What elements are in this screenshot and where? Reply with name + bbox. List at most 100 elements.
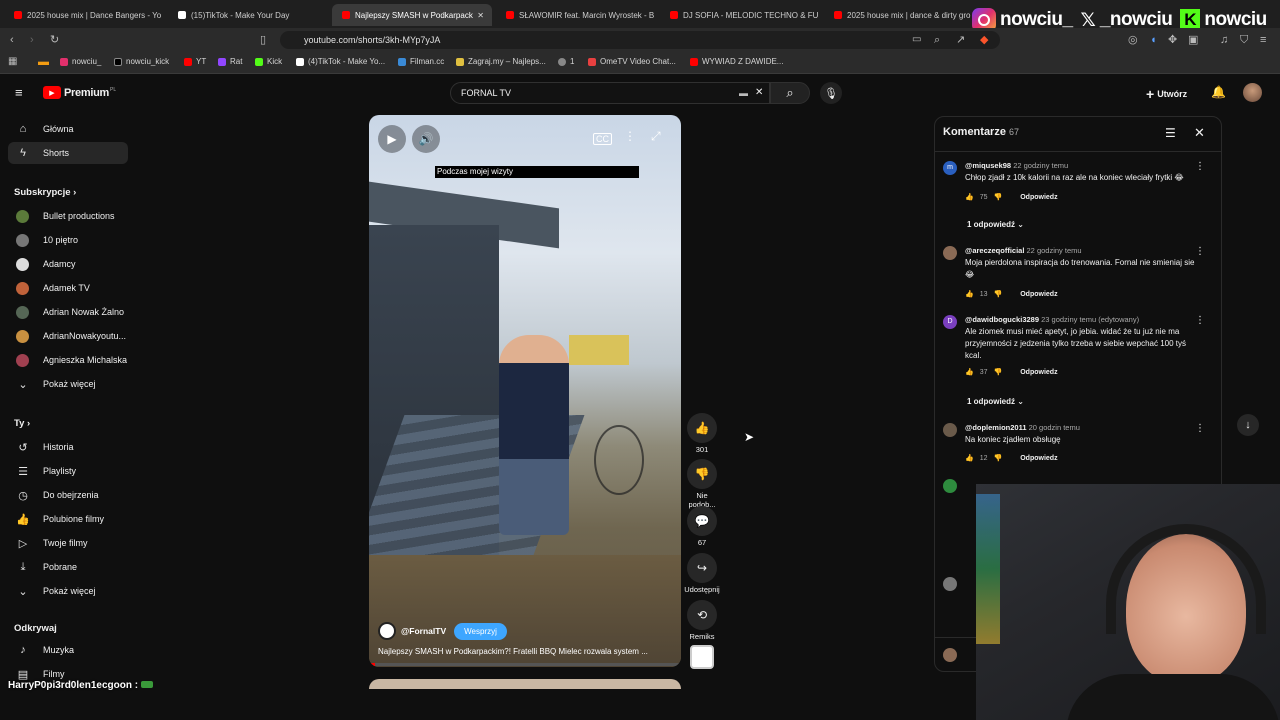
subscriptions-heading[interactable]: Subskrypcje ›	[14, 187, 76, 198]
menu-icon[interactable]: ≡	[1260, 34, 1266, 46]
sidebar-item-watch-later[interactable]: ◷ Do obejrzenia	[8, 484, 128, 506]
apps-icon[interactable]: ▦	[8, 56, 17, 68]
shorts-video-player[interactable]: ▶ 🔊 CC ⋮ ⤢ Podczas mojej wizyty @FornalT…	[369, 115, 681, 667]
show-more-you[interactable]: ⌄ Pokaż więcej	[8, 580, 128, 602]
reply-button[interactable]: Odpowiedz	[1020, 194, 1057, 201]
comment-menu-icon[interactable]: ⋮	[1195, 315, 1205, 326]
extension-icon[interactable]: ◎	[1128, 34, 1138, 46]
thumbs-up-icon[interactable]: 👍	[965, 368, 974, 376]
progress-bar[interactable]	[369, 663, 681, 666]
bookmark-item[interactable]: nowciu_	[60, 57, 101, 66]
share-button[interactable]: ↪ Udostępnij	[684, 553, 720, 594]
browser-tab[interactable]: (15)TikTok - Make Your Day	[168, 4, 328, 26]
next-short-button[interactable]: ↓	[1237, 414, 1259, 436]
forward-icon[interactable]: ›	[30, 34, 34, 46]
create-button[interactable]: + Utwórz	[1146, 86, 1187, 102]
sound-thumbnail[interactable]	[690, 645, 714, 669]
bookmark-item[interactable]: YT	[184, 57, 206, 66]
search-button[interactable]: ⌕	[770, 82, 810, 104]
sidebar-item-shorts[interactable]: ϟ Shorts	[8, 142, 128, 164]
fullscreen-icon[interactable]: ⤢	[651, 129, 661, 144]
reload-icon[interactable]: ↻	[50, 34, 59, 46]
bookmark-item[interactable]: Rat	[218, 57, 242, 66]
reply-button[interactable]: Odpowiedz	[1020, 369, 1057, 376]
video-title[interactable]: Najlepszy SMASH w Podkarpackim?! Fratell…	[378, 647, 673, 656]
user-avatar[interactable]	[1243, 83, 1262, 102]
thumbs-down-icon[interactable]: 👎	[994, 193, 1003, 201]
cast-icon[interactable]: ▭	[912, 34, 921, 46]
close-tab-icon[interactable]: ✕	[477, 11, 484, 20]
comments-button[interactable]: 💬 67	[684, 506, 720, 547]
subscription-item[interactable]: AdrianNowakyoutu...	[8, 325, 128, 347]
keyboard-icon[interactable]: ▬	[739, 83, 748, 103]
sidebar-icon[interactable]: ▣	[1188, 34, 1198, 46]
dislike-button[interactable]: 👎 Nie podob...	[684, 459, 720, 509]
share-page-icon[interactable]: ↗	[956, 34, 965, 46]
notifications-bell-icon[interactable]: 🔔	[1211, 85, 1226, 99]
comment-menu-icon[interactable]: ⋮	[1195, 423, 1205, 434]
reply-button[interactable]: Odpowiedz	[1020, 455, 1057, 462]
next-short-preview[interactable]	[369, 679, 681, 689]
commenter-avatar[interactable]	[943, 479, 957, 493]
more-options-icon[interactable]: ⋮	[624, 129, 636, 143]
bookmark-item[interactable]: 1	[558, 57, 574, 66]
search-input[interactable]: FORNAL TV ▬ ✕	[450, 82, 770, 104]
extensions-icon[interactable]: ✥	[1168, 34, 1177, 46]
browser-tab-active[interactable]: Najlepszy SMASH w Podkarpack ✕	[332, 4, 492, 26]
thumbs-up-icon[interactable]: 👍	[965, 454, 974, 462]
translate-icon[interactable]: ◖	[1150, 34, 1157, 46]
commenter-avatar[interactable]	[943, 246, 957, 260]
commenter-avatar[interactable]	[943, 423, 957, 437]
show-more-subscriptions[interactable]: ⌄ Pokaż więcej	[8, 373, 128, 395]
channel-name[interactable]: @FornalTV	[401, 626, 446, 636]
thumbs-up-icon[interactable]: 👍	[965, 290, 974, 298]
browser-tab[interactable]: 2025 house mix | Dance Bangers - Yo	[4, 4, 164, 26]
subscription-item[interactable]: Adrian Nowak Żalno	[8, 301, 128, 323]
thumbs-down-icon[interactable]: 👎	[994, 454, 1003, 462]
browser-tab[interactable]: 2025 house mix | dance & dirty gro	[824, 4, 974, 26]
subscription-item[interactable]: Adamek TV	[8, 277, 128, 299]
bookmark-item[interactable]: (4)TikTok - Make Yo...	[296, 57, 385, 66]
reply-button[interactable]: Odpowiedz	[1020, 291, 1057, 298]
clear-search-icon[interactable]: ✕	[755, 83, 763, 103]
subscription-item[interactable]: 10 piętro	[8, 229, 128, 251]
bookmark-item[interactable]: WYWIAD Z DAWIDE...	[690, 57, 783, 66]
comment-menu-icon[interactable]: ⋮	[1195, 246, 1205, 257]
sidebar-item-liked[interactable]: 👍 Polubione filmy	[8, 508, 128, 530]
sidebar-item-home[interactable]: ⌂ Główna	[8, 118, 128, 140]
browser-tab[interactable]: DJ SOFIA - MELODIC TECHNO & FU	[660, 4, 820, 26]
commenter-avatar[interactable]: m	[943, 161, 957, 175]
thumbs-up-icon[interactable]: 👍	[965, 193, 974, 201]
show-replies-button[interactable]: 1 odpowiedź ⌄	[967, 397, 1024, 406]
back-icon[interactable]: ‹	[10, 34, 14, 46]
subscription-item[interactable]: Agnieszka Michalska	[8, 349, 128, 371]
voice-search-icon[interactable]: 🎙	[820, 82, 842, 104]
folder-icon[interactable]: ▬	[38, 56, 49, 68]
bookmark-item[interactable]: Filman.cc	[398, 57, 444, 66]
bookmark-item[interactable]: nowciu_kick	[114, 57, 169, 66]
play-button[interactable]: ▶	[378, 125, 406, 153]
sidebar-item-your-videos[interactable]: ▷ Twoje filmy	[8, 532, 128, 554]
browser-tab[interactable]: SŁAWOMIR feat. Marcin Wyrostek - B	[496, 4, 656, 26]
bookmark-item[interactable]: OmeTV Video Chat...	[588, 57, 676, 66]
channel-avatar[interactable]	[378, 622, 396, 640]
sidebar-item-downloads[interactable]: ⤓ Pobrane	[8, 556, 128, 578]
bookmark-item[interactable]: Kick	[255, 57, 282, 66]
you-heading[interactable]: Ty ›	[14, 418, 30, 429]
commenter-avatar[interactable]: D	[943, 315, 957, 329]
sort-icon[interactable]: ☰	[1165, 126, 1176, 140]
captions-icon[interactable]: CC	[593, 133, 612, 145]
brave-shield-icon[interactable]: ◆	[980, 34, 988, 46]
sidebar-item-history[interactable]: ↺ Historia	[8, 436, 128, 458]
comment-menu-icon[interactable]: ⋮	[1195, 161, 1205, 172]
bookmark-item[interactable]: Zagraj.my – Najleps...	[456, 57, 546, 66]
zoom-icon[interactable]: ⌕	[934, 34, 940, 46]
thumbs-down-icon[interactable]: 👎	[994, 290, 1003, 298]
like-button[interactable]: 👍 301	[684, 413, 720, 454]
close-icon[interactable]: ✕	[1194, 125, 1205, 141]
support-button[interactable]: Wesprzyj	[454, 622, 507, 640]
thumbs-down-icon[interactable]: 👎	[994, 368, 1003, 376]
url-field[interactable]: youtube.com/shorts/3kh-MYp7yJA	[280, 31, 1000, 49]
remix-button[interactable]: ⟲ Remiks	[684, 600, 720, 641]
show-replies-button[interactable]: 1 odpowiedź ⌄	[967, 220, 1024, 229]
